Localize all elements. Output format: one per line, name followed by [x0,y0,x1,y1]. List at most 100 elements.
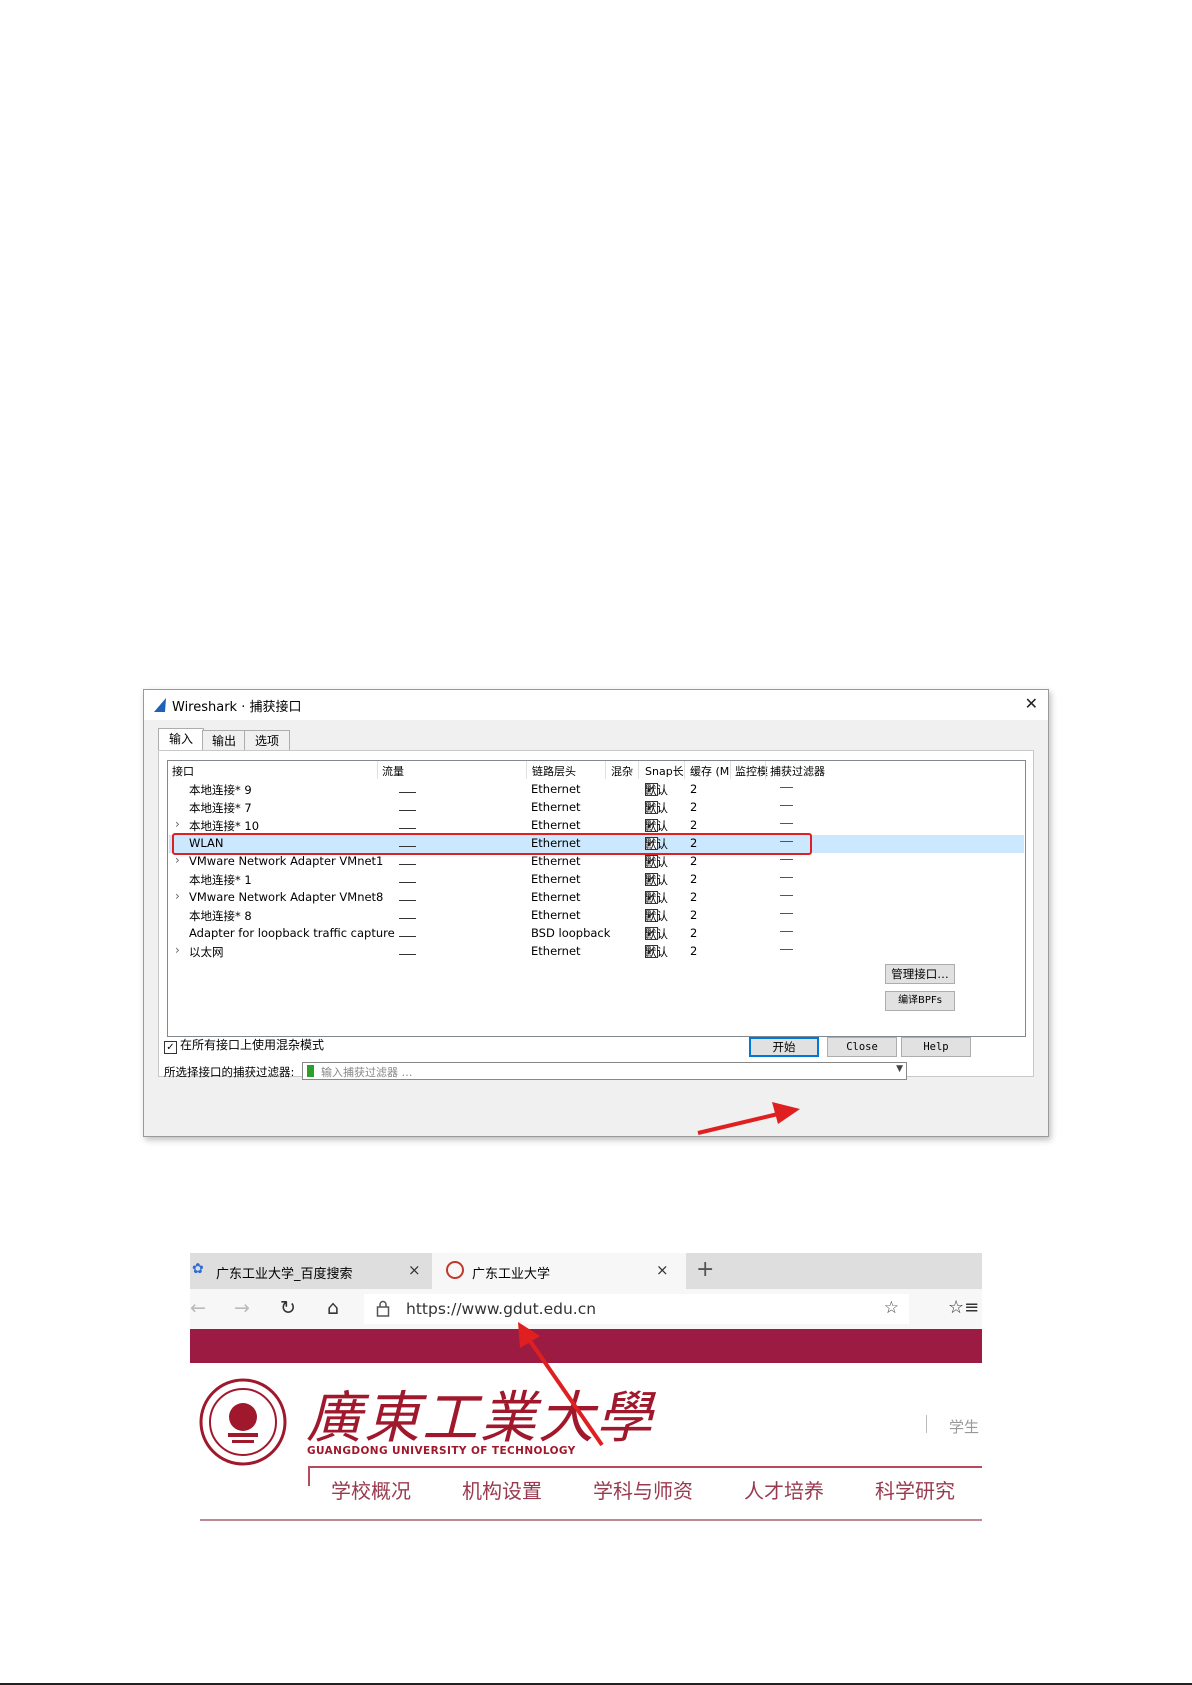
snaplen-value[interactable]: 默认 [645,854,668,870]
manage-interfaces-button[interactable]: 管理接口… [885,964,955,984]
tab-input[interactable]: 输入 [158,728,204,751]
forward-icon[interactable]: → [234,1297,250,1319]
buffer-value[interactable]: 2 [690,890,697,904]
dialog-title-bar: Wireshark · 捕获接口 ✕ [144,690,1048,720]
close-icon[interactable]: ✕ [1025,694,1038,713]
buffer-value[interactable]: 2 [690,818,697,832]
monitor-mode-value [780,877,793,878]
link-layer-header: Ethernet [531,854,581,868]
expand-icon[interactable]: › [175,853,180,867]
nav-item-organization[interactable]: 机构设置 [462,1475,542,1504]
new-tab-button[interactable]: + [696,1257,714,1282]
column-header-traffic[interactable]: 流量 [382,763,404,779]
monitor-mode-value [780,913,793,914]
link-layer-header: Ethernet [531,944,581,958]
link-layer-header: Ethernet [531,908,581,922]
column-header-buffer[interactable]: 缓存 (M [690,763,729,779]
interface-row[interactable]: 本地连接* 9 Ethernet ✓ 默认 2 [169,781,1024,799]
interface-name: 本地连接* 8 [189,909,252,923]
buffer-value[interactable]: 2 [690,872,697,886]
university-name-calligraphy[interactable]: 廣東工業大學 [306,1373,654,1454]
snaplen-value[interactable]: 默认 [645,818,668,834]
interface-row[interactable]: 本地连接* 7 Ethernet ✓ 默认 2 [169,799,1024,817]
wireshark-fin-icon [154,698,166,712]
input-tab-panel: 接口 流量 链路层头 混杂 Snap长 缓存 (M 监控模 捕获过滤器 本地连接… [158,750,1034,1077]
snaplen-value[interactable]: 默认 [645,800,668,816]
promisc-all-label: 在所有接口上使用混杂模式 [180,1038,325,1052]
browser-tab-strip: ✿ 广东工业大学_百度搜索 × 广东工业大学 × + [190,1253,982,1289]
column-header-snaplen[interactable]: Snap长 [645,763,684,779]
student-link[interactable]: 学生 [949,1416,979,1437]
snaplen-value[interactable]: 默认 [645,908,668,924]
site-header: 廣東工業大學 GUANGDONG UNIVERSITY OF TECHNOLOG… [190,1363,982,1523]
interface-name: 本地连接* 10 [189,819,260,833]
university-name-english: GUANGDONG UNIVERSITY OF TECHNOLOGY [307,1445,576,1457]
expand-icon[interactable]: › [175,817,180,831]
nav-item-overview[interactable]: 学校概况 [331,1475,411,1504]
traffic-sparkline [399,828,416,829]
compile-bpfs-button[interactable]: 编译BPFs [885,991,955,1011]
nav-item-research[interactable]: 科学研究 [875,1475,955,1504]
capture-filter-input[interactable]: 输入捕获过滤器 … ▼ [302,1062,907,1080]
column-header-interface[interactable]: 接口 [172,763,194,779]
site-top-bar [190,1329,982,1363]
chevron-down-icon[interactable]: ▼ [896,1064,903,1074]
interface-row[interactable]: Adapter for loopback traffic capture BSD … [169,925,1024,943]
tab-gdut[interactable]: 广东工业大学 × [432,1253,686,1289]
buffer-value[interactable]: 2 [690,782,697,796]
buffer-value[interactable]: 2 [690,854,697,868]
start-button[interactable]: 开始 [749,1037,819,1057]
snaplen-value[interactable]: 默认 [645,782,668,798]
snaplen-value[interactable]: 默认 [645,926,668,942]
column-header-capture-filter[interactable]: 捕获过滤器 [770,763,825,779]
wlan-highlight-annotation [172,833,812,855]
nav-item-faculty[interactable]: 学科与师资 [593,1475,693,1504]
traffic-sparkline [399,954,416,955]
expand-icon[interactable]: › [175,889,180,903]
tab-options[interactable]: 选项 [244,730,290,751]
home-icon[interactable]: ⌂ [327,1297,339,1319]
snaplen-value[interactable]: 默认 [645,944,668,960]
close-button[interactable]: Close [827,1037,897,1057]
interface-row[interactable]: › 以太网 Ethernet ✓ 默认 2 [169,943,1024,961]
close-icon[interactable]: × [656,1261,669,1279]
back-icon[interactable]: ← [190,1297,206,1319]
refresh-icon[interactable]: ↻ [280,1297,296,1319]
nav-rule-tick [308,1466,310,1486]
nav-item-education[interactable]: 人才培养 [744,1475,824,1504]
column-header-promiscuous[interactable]: 混杂 [611,763,633,779]
university-seal-logo [199,1378,287,1466]
help-button[interactable]: Help [901,1037,971,1057]
interface-name: 本地连接* 9 [189,783,252,797]
interface-name: 以太网 [189,945,224,959]
expand-icon[interactable]: › [175,943,180,957]
favorites-bar-icon[interactable]: ☆≡ [948,1297,979,1318]
promisc-all-row[interactable]: ✓ 在所有接口上使用混杂模式 [164,1036,324,1054]
interface-row[interactable]: 本地连接* 1 Ethernet ✓ 默认 2 [169,871,1024,889]
link-layer-header: Ethernet [531,890,581,904]
column-header-monitor[interactable]: 监控模 [735,763,768,779]
filter-valid-indicator [307,1065,314,1077]
url-text[interactable]: https://www.gdut.edu.cn [406,1300,596,1318]
buffer-value[interactable]: 2 [690,926,697,940]
close-icon[interactable]: × [408,1261,421,1279]
buffer-value[interactable]: 2 [690,944,697,958]
tab-baidu-search[interactable]: ✿ 广东工业大学_百度搜索 × [190,1253,430,1289]
monitor-mode-value [780,931,793,932]
tab-output[interactable]: 输出 [202,730,246,751]
snaplen-value[interactable]: 默认 [645,872,668,888]
link-layer-header: Ethernet [531,818,581,832]
snaplen-value[interactable]: 默认 [645,890,668,906]
buffer-value[interactable]: 2 [690,908,697,922]
address-bar[interactable]: https://www.gdut.edu.cn ☆ [364,1294,909,1324]
favorite-star-icon[interactable]: ☆ [884,1298,899,1318]
browser-toolbar: ← → ↻ ⌂ https://www.gdut.edu.cn ☆ ☆≡ [190,1289,982,1329]
monitor-mode-value [780,859,793,860]
interface-row[interactable]: 本地连接* 8 Ethernet ✓ 默认 2 [169,907,1024,925]
interface-row[interactable]: › VMware Network Adapter VMnet8 Ethernet ✓ 默… [169,889,1024,907]
column-header-link-layer[interactable]: 链路层头 [532,763,576,779]
buffer-value[interactable]: 2 [690,800,697,814]
promisc-all-checkbox[interactable]: ✓ [164,1041,177,1054]
monitor-mode-value [780,823,793,824]
interface-row[interactable]: › VMware Network Adapter VMnet1 Ethernet ✓ 默… [169,853,1024,871]
